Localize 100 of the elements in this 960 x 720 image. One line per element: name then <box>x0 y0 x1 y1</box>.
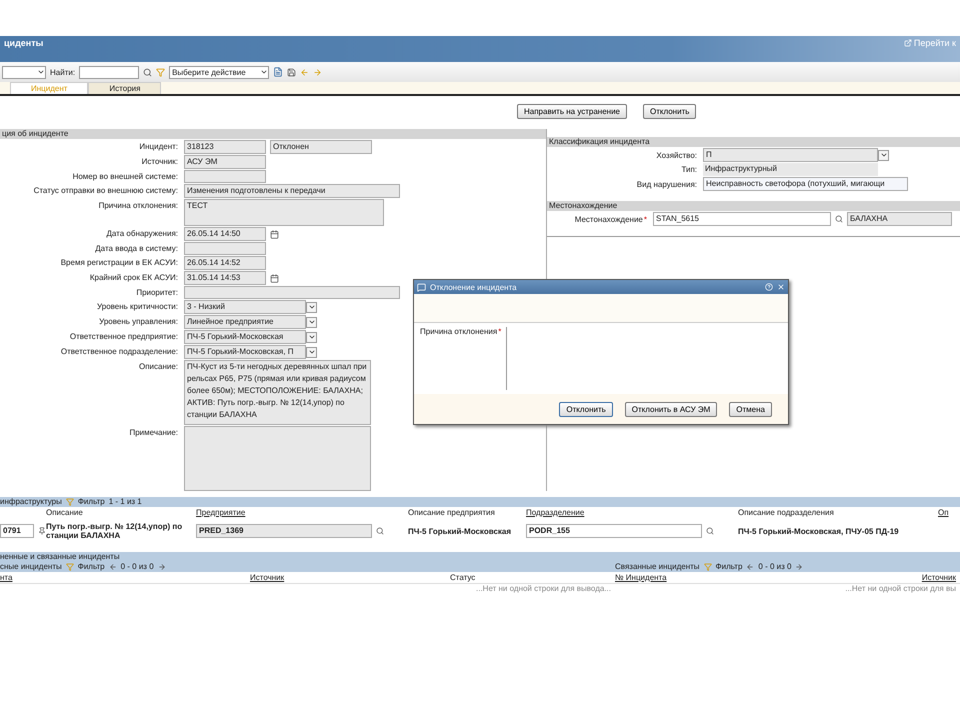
field-label: Инцидент: <box>138 141 178 153</box>
column-header: Описание предприятия <box>408 508 496 517</box>
status-field: Отклонен <box>270 140 372 154</box>
section-title: инфраструктуры <box>0 497 62 507</box>
date-field[interactable]: 26.05.14 14:50 <box>184 227 266 241</box>
arrow-right-icon[interactable] <box>795 563 804 571</box>
column-header[interactable]: Источник <box>250 573 450 582</box>
message-icon[interactable] <box>417 282 426 292</box>
search-icon[interactable] <box>143 68 152 76</box>
close-icon[interactable] <box>777 283 785 291</box>
field-label: Дата обнаружения: <box>105 228 178 240</box>
field-label: Хозяйство: <box>655 150 697 162</box>
arrow-right-icon[interactable] <box>158 563 166 571</box>
dropdown-icon[interactable] <box>260 68 268 76</box>
field-label: Вид нарушения: <box>636 178 697 190</box>
table-cell-text: ПЧ-5 Горький-Московская <box>408 526 512 536</box>
table-cell-text: ПЧ-5 Горький-Московская, ПЧУ-05 ПД-19 <box>738 526 900 536</box>
field-label: Номер во внешней системе: <box>72 171 178 183</box>
select-field[interactable]: П <box>703 148 878 162</box>
filter-link[interactable]: Фильтр <box>78 562 105 572</box>
search-icon[interactable] <box>706 527 714 535</box>
text-field[interactable]: 26.05.14 14:52 <box>184 256 266 270</box>
text-area[interactable] <box>184 426 371 491</box>
tab[interactable]: История <box>88 82 162 94</box>
column-header[interactable]: Оп <box>938 508 960 517</box>
field-label: Статус отправки во внешнюю систему: <box>32 185 178 197</box>
location-name: БАЛАХНА <box>847 212 952 226</box>
text-area[interactable]: ПЧ-Куст из 5-ти негодных деревянных шпал при рельсах Р65, Р75 (прямая или кривая радиусом более 650м); МЕСТОПОЛОЖЕНИЕ: БАЛАХНА; АКТИВ: Путь погр.-выгр. № 12(14,упор) по станции БАЛАХНА <box>184 360 371 425</box>
field-label: Тип: <box>680 164 697 176</box>
column-header[interactable]: нта <box>0 573 250 582</box>
text-field[interactable] <box>184 286 400 299</box>
document-icon[interactable] <box>273 67 284 77</box>
find-label: Найти: <box>50 68 76 76</box>
select-field[interactable]: 3 - Низкий <box>184 300 306 314</box>
field-label: Дата ввода в систему: <box>94 243 178 255</box>
pin-icon[interactable] <box>38 527 46 535</box>
calendar-icon[interactable] <box>270 274 279 282</box>
column-header[interactable]: № Инцидента <box>615 573 865 582</box>
empty-message: ...Нет ни одной строки для вывода... <box>0 583 615 593</box>
text-field[interactable]: Изменения подготовлены к передачи <box>184 184 400 198</box>
help-icon[interactable] <box>765 283 773 291</box>
field-label: Описание: <box>138 361 178 373</box>
column-header[interactable]: Статус <box>450 573 615 582</box>
dialog-button[interactable]: Отклонить в АСУ ЭМ <box>624 402 718 416</box>
search-icon[interactable] <box>376 527 384 535</box>
field-label: Ответственное подразделение: <box>60 346 178 358</box>
pager-text: 0 - 0 из 0 <box>120 562 154 572</box>
column-header[interactable]: Подразделение <box>526 508 738 517</box>
field-label: Ответственное предприятие: <box>68 331 178 343</box>
field-label: Местонахождение* <box>574 214 647 226</box>
action-button[interactable]: Направить на устранение <box>517 104 627 119</box>
dialog-button[interactable]: Отклонить <box>559 402 613 416</box>
pager-text: 0 - 0 из 0 <box>758 562 792 572</box>
field-label: Причина отклонения* <box>420 327 502 338</box>
calendar-icon[interactable] <box>270 230 279 238</box>
text-field[interactable]: Неисправность светофора (потухший, мигающи <box>703 177 908 191</box>
arrow-left-icon[interactable] <box>108 563 117 571</box>
column-header[interactable]: Источник <box>865 573 960 582</box>
arrow-left-icon[interactable] <box>300 68 310 76</box>
text-area[interactable]: ТЕСТ <box>184 199 384 226</box>
pager-text: 1 - 1 из 1 <box>108 497 142 507</box>
field-label: Приоритет: <box>135 287 178 299</box>
field-label: Источник: <box>140 156 178 168</box>
text-field[interactable] <box>184 242 266 255</box>
field-label: Время регистрации в ЕК АСУИ: <box>60 257 178 269</box>
column-header[interactable]: Предприятие <box>196 508 408 517</box>
field-label: Крайний срок ЕК АСУИ: <box>88 272 178 284</box>
select-field[interactable]: ПЧ-5 Горький-Московская <box>184 330 306 344</box>
save-icon[interactable] <box>287 68 296 76</box>
page-title: циденты <box>4 38 44 48</box>
unit-field[interactable]: PODR_155 <box>526 524 702 538</box>
filter-link[interactable]: Фильтр <box>78 497 105 507</box>
enterprise-field[interactable]: PRED_1369 <box>196 524 372 538</box>
search-icon[interactable] <box>835 215 843 223</box>
dropdown-icon[interactable] <box>37 68 45 76</box>
text-field[interactable]: 318123 <box>184 140 266 154</box>
action-select[interactable]: Выберите действие <box>169 66 270 78</box>
arrow-right-icon[interactable] <box>313 68 322 76</box>
section-header: ция об инциденте <box>0 129 546 139</box>
text-field[interactable] <box>184 170 266 183</box>
select-field[interactable]: Линейное предприятие <box>184 315 306 329</box>
date-field[interactable]: 31.05.14 14:53 <box>184 271 266 285</box>
type-value: Инфраструктурный <box>703 163 878 176</box>
arrow-left-icon[interactable] <box>746 563 754 571</box>
external-link-icon[interactable] <box>904 39 912 47</box>
pane-title: сные инциденты <box>0 562 62 572</box>
filter-icon[interactable] <box>156 68 166 76</box>
select-field[interactable]: ПЧ-5 Горький-Московская, П <box>184 345 306 359</box>
dialog-button[interactable]: Отмена <box>729 402 772 416</box>
field-label: Причина отклонения: <box>98 200 178 212</box>
location-field[interactable]: STAN_5615 <box>653 212 831 226</box>
text-field[interactable]: АСУ ЭМ <box>184 155 266 169</box>
select-field[interactable] <box>2 66 46 78</box>
find-field[interactable] <box>79 66 140 78</box>
filter-link[interactable]: Фильтр <box>716 562 742 572</box>
section-header: Классификация инцидента <box>547 137 960 147</box>
id-field[interactable]: 0791 <box>0 524 34 538</box>
field-label: Примечание: <box>128 427 178 439</box>
action-button[interactable]: Отклонить <box>643 104 696 119</box>
section-title: ненные и связанные инциденты <box>0 552 120 562</box>
